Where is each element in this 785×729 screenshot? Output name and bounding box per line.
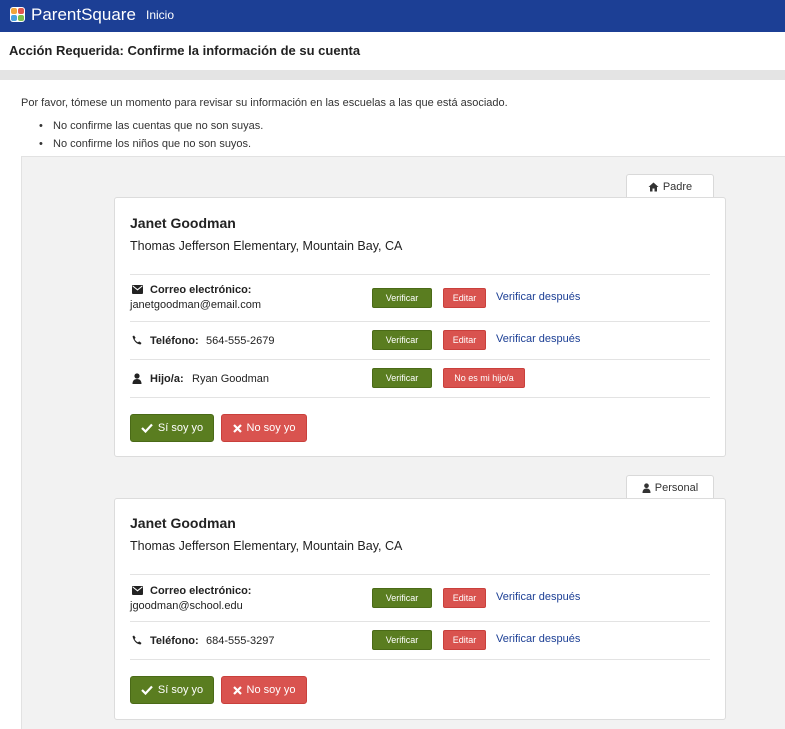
divider — [130, 574, 710, 575]
tab-staff: Personal — [626, 475, 714, 499]
phone-icon — [132, 335, 142, 345]
instruction-list: No confirme las cuentas que no son suyas… — [39, 119, 263, 155]
account-name: Janet Goodman — [130, 515, 236, 531]
child-value: Ryan Goodman — [192, 373, 270, 385]
page-title: Acción Requerida: Confirme la informació… — [9, 43, 361, 58]
email-value: janetgoodman@email.com — [130, 299, 262, 311]
brand-name[interactable]: ParentSquare — [31, 5, 136, 25]
verify-later-phone-link[interactable]: Verificar después — [496, 332, 580, 346]
envelope-icon — [132, 586, 143, 595]
close-icon — [232, 685, 242, 695]
tab-label: Padre — [662, 180, 693, 193]
envelope-icon — [132, 285, 143, 294]
phone-label: Teléfono: — [150, 635, 199, 647]
divider — [130, 274, 710, 275]
email-label: Correo electrónico: — [150, 284, 252, 296]
verify-later-phone-link[interactable]: Verificar después — [496, 632, 580, 646]
list-item: No confirme los niños que no son suyos. — [39, 137, 263, 151]
divider — [130, 359, 710, 360]
verify-later-email-link[interactable]: Verificar después — [496, 590, 580, 604]
divider — [130, 621, 710, 622]
verify-phone-button[interactable]: Verificar — [372, 330, 432, 350]
phone-value: 564-555-2679 — [206, 335, 275, 347]
edit-email-button[interactable]: Editar — [443, 288, 486, 308]
tab-label: Personal — [654, 481, 699, 494]
email-value: jgoodman@school.edu — [130, 600, 243, 612]
yes-its-me-button[interactable]: Sí soy yo — [130, 676, 214, 704]
verify-email-button[interactable]: Verificar — [372, 588, 432, 608]
divider — [130, 659, 710, 660]
button-label: Sí soy yo — [157, 684, 204, 696]
check-icon — [141, 685, 153, 695]
account-name: Janet Goodman — [130, 215, 236, 231]
button-label: No soy yo — [246, 684, 296, 696]
tab-parent: Padre — [626, 174, 714, 198]
list-item: No confirme las cuentas que no son suyas… — [39, 119, 263, 133]
verify-email-button[interactable]: Verificar — [372, 288, 432, 308]
not-my-child-button[interactable]: No es mi hijo/a — [443, 368, 525, 388]
yes-its-me-button[interactable]: Sí soy yo — [130, 414, 214, 442]
parentsquare-logo-icon[interactable] — [10, 7, 25, 22]
divider — [130, 397, 710, 398]
close-icon — [232, 423, 242, 433]
verify-phone-button[interactable]: Verificar — [372, 630, 432, 650]
edit-phone-button[interactable]: Editar — [443, 330, 486, 350]
child-label: Hijo/a: — [150, 373, 184, 385]
not-me-button[interactable]: No soy yo — [221, 414, 307, 442]
section-divider — [0, 70, 785, 80]
button-label: Sí soy yo — [157, 422, 204, 434]
home-icon — [648, 182, 659, 191]
email-label: Correo electrónico: — [150, 585, 252, 597]
phone-icon — [132, 635, 142, 645]
divider — [130, 321, 710, 322]
user-icon — [642, 482, 651, 493]
account-card-parent: Janet Goodman Thomas Jefferson Elementar… — [114, 197, 726, 457]
button-label: No soy yo — [246, 422, 296, 434]
top-navbar: ParentSquare Inicio — [0, 0, 785, 32]
edit-email-button[interactable]: Editar — [443, 588, 486, 608]
user-icon — [132, 373, 142, 384]
verify-later-email-link[interactable]: Verificar después — [496, 290, 580, 304]
verify-child-button[interactable]: Verificar — [372, 368, 432, 388]
phone-label: Teléfono: — [150, 335, 199, 347]
check-icon — [141, 423, 153, 433]
intro-text: Por favor, tómese un momento para revisa… — [21, 97, 508, 109]
school-name: Thomas Jefferson Elementary, Mountain Ba… — [130, 539, 403, 553]
not-me-button[interactable]: No soy yo — [221, 676, 307, 704]
phone-value: 684-555-3297 — [206, 635, 275, 647]
edit-phone-button[interactable]: Editar — [443, 630, 486, 650]
account-card-staff: Janet Goodman Thomas Jefferson Elementar… — [114, 498, 726, 720]
school-name: Thomas Jefferson Elementary, Mountain Ba… — [130, 239, 403, 253]
nav-link-home[interactable]: Inicio — [146, 8, 174, 23]
